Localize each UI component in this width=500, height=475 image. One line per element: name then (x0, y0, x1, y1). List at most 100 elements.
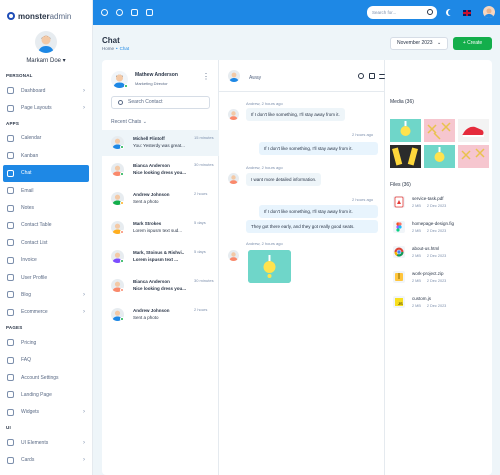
status-dot (120, 230, 124, 234)
month-select-button[interactable]: November 2023 ⌄ (390, 37, 448, 50)
top-header: Search for... (93, 0, 500, 25)
sidebar-section-title: PAGES (6, 325, 23, 331)
chat-last-message: Sent a photo (133, 315, 159, 320)
message-bubble: I want more detailed information. (246, 173, 322, 186)
sidebar-item-contact-list[interactable]: Contact List (0, 234, 92, 251)
sidebar-item-pricing[interactable]: Pricing (0, 334, 92, 351)
sidebar: monsteradmin Markarn Doe ▾ PERSONAL Dashb… (0, 0, 93, 475)
sidebar-item-calendar[interactable]: Calendar (0, 130, 92, 147)
sidebar-item-faq[interactable]: FAQ (0, 351, 92, 368)
media-thumb[interactable] (424, 119, 455, 142)
chevron-right-icon: › (83, 309, 85, 316)
sidebar-item-dashboard[interactable]: Dashboard › (0, 82, 92, 99)
mail-icon[interactable] (131, 9, 138, 16)
phone-icon[interactable] (358, 73, 364, 79)
sidebar-item-user-profile[interactable]: User Profile (0, 269, 92, 286)
sidebar-item-notes[interactable]: Notes (0, 199, 92, 216)
menu-toggle-icon[interactable] (101, 9, 108, 16)
chat-last-message: Lorem ispusm text sud... (133, 228, 183, 233)
sidebar-item-label: Email (21, 187, 34, 194)
more-vertical-icon[interactable]: ⋮ (202, 73, 210, 83)
chat-last-message: You: Yesterdy was great... (133, 143, 185, 148)
recent-chats-dropdown[interactable]: Recent Chats ⌄ (111, 119, 147, 125)
sidebar-item-invoice[interactable]: Invoice (0, 252, 92, 269)
message-meta: Andrew, 2 hours ago (246, 165, 283, 170)
moon-icon[interactable] (448, 9, 455, 16)
conversation-header: Away (219, 60, 385, 92)
chat-list-item[interactable]: Michell Flintoff You: Yesterdy was great.… (102, 130, 219, 156)
sidebar-item-widgets[interactable]: Widgets › (0, 404, 92, 421)
search-icon (427, 9, 433, 15)
sidebar-item-landing-page[interactable]: Landing Page (0, 386, 92, 403)
bell-icon[interactable] (116, 9, 123, 16)
chat-list-item[interactable]: Mark, Stoinus & Rishvi.. Lorem ispusm tex… (102, 244, 219, 270)
sidebar-item-email[interactable]: Email (0, 182, 92, 199)
email-icon (7, 187, 14, 195)
pricing-icon (7, 339, 14, 347)
sidebar-item-label: Contact List (21, 239, 48, 246)
chat-time: 2 hours (194, 307, 208, 312)
media-thumb[interactable] (458, 119, 489, 142)
user-name-dropdown[interactable]: Markarn Doe ▾ (0, 57, 92, 64)
kanban-icon (7, 152, 14, 160)
contact-avatar[interactable] (228, 70, 240, 82)
sidebar-item-page-layouts[interactable]: Page Layouts › (0, 99, 92, 116)
chat-contact-name: Bianca Anderson (133, 163, 170, 168)
dashboard-icon (7, 87, 14, 95)
file-item[interactable]: homepage-design.fig 2 MB 2 Dec 2023 (385, 216, 492, 242)
sidebar-item-label: Kanban (21, 152, 39, 159)
video-icon[interactable] (369, 73, 375, 79)
chat-list-item[interactable]: Andrew Johnson Sent a photo 2 hours (102, 302, 219, 328)
chevron-right-icon: › (83, 87, 85, 94)
message-bubble: They got there early, and they got reall… (246, 220, 378, 233)
breadcrumb-home[interactable]: Home (102, 46, 114, 51)
breadcrumb-separator: • (116, 46, 118, 51)
message-bubble: If I don't like something, I'll stay awa… (246, 108, 345, 121)
chat-list-item[interactable]: Bianca Anderson Nice looking dress you...… (102, 157, 219, 183)
header-avatar[interactable] (483, 6, 495, 18)
cards-icon (7, 456, 14, 464)
sidebar-item-ecommerce[interactable]: Ecommerce › (0, 304, 92, 321)
chat-list-item[interactable]: Bianca Anderson Nice looking dress you...… (102, 273, 219, 299)
search-input[interactable]: Search for... (367, 6, 437, 19)
file-item[interactable]: about-us.html 2 MB 2 Dec 2023 (385, 241, 492, 267)
contact-search-input[interactable]: Search Contact (111, 96, 210, 109)
sidebar-section-title: PERSONAL (6, 73, 33, 78)
file-date: 2 Dec 2023 (426, 254, 447, 258)
grid-icon[interactable] (146, 9, 153, 16)
file-meta: 2 MB 2 Dec 2023 (412, 254, 446, 258)
media-thumb[interactable] (390, 119, 421, 142)
sidebar-item-label: Notes (21, 205, 35, 212)
media-thumb[interactable] (390, 145, 421, 168)
file-item[interactable]: JS custom.js 2 MB 2 Dec 2023 (385, 291, 492, 317)
breadcrumb: Home • Chat (102, 46, 129, 51)
file-item[interactable]: service-task.pdf 2 MB 2 Dec 2023 (385, 191, 492, 217)
chat-last-message: Nice looking dress you... (133, 286, 187, 291)
chat-time: 5 days (194, 220, 206, 225)
file-item[interactable]: work-project.zip 2 MB 2 Dec 2023 (385, 266, 492, 292)
sidebar-item-contact-table[interactable]: Contact Table (0, 217, 92, 234)
chat-list-item[interactable]: Mark Strokes Lorem ispusm text sud... 5 da… (102, 215, 219, 241)
flag-icon[interactable] (463, 10, 471, 16)
contacts-panel: Mathew Anderson Marketing Director ⋮ Sea… (102, 60, 219, 475)
sidebar-item-chat[interactable]: Chat (3, 164, 89, 182)
sidebar-item-account-settings[interactable]: Account Settings (0, 369, 92, 386)
sidebar-item-blog[interactable]: Blog › (0, 286, 92, 303)
file-size: 2 MB (412, 229, 421, 233)
avatar[interactable] (35, 31, 57, 53)
create-button[interactable]: + Create (453, 37, 492, 50)
file-size: 2 MB (412, 204, 421, 208)
media-thumb[interactable] (424, 145, 455, 168)
media-thumb[interactable] (458, 145, 489, 168)
message-meta: 2 hours ago (352, 132, 374, 137)
chat-list-item[interactable]: Andrew Johnson Sent a photo 2 hours (102, 186, 219, 212)
sidebar-item-cards[interactable]: Cards › (0, 451, 92, 468)
sent-photo[interactable] (248, 250, 291, 283)
sidebar-item-ui-elements[interactable]: UI Elements › (0, 434, 92, 451)
ui-elements-icon (7, 439, 14, 447)
sidebar-item-kanban[interactable]: Kanban (0, 147, 92, 164)
file-size: 2 MB (412, 304, 421, 308)
sidebar-item-label: UI Elements (21, 439, 49, 446)
logo[interactable]: monsteradmin (0, 0, 92, 24)
breadcrumb-current: Chat (119, 46, 130, 51)
